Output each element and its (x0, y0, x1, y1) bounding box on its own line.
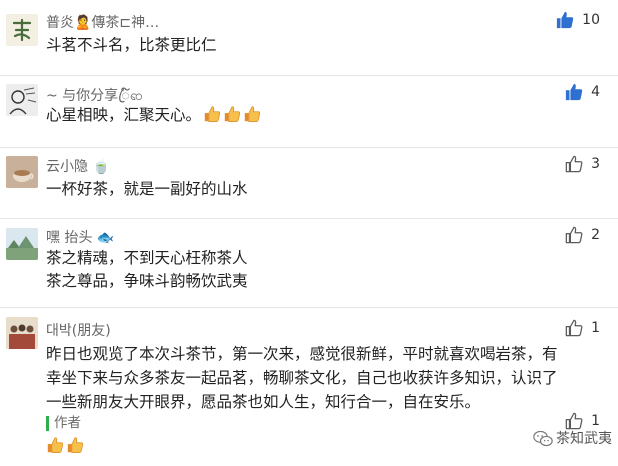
commenter-name[interactable]: 嘿 抬头 🐟 (46, 227, 114, 247)
tea-character-avatar (6, 14, 38, 46)
thumbs-up-emoji-group (201, 106, 261, 124)
commenter-name[interactable]: 대박(朋友) (46, 320, 111, 340)
comment-item: ~ 与你分享ꦿ໌ၹ 心星相映，汇聚天心。 4 (0, 76, 618, 147)
watermark-text: 茶知武夷 (556, 431, 612, 447)
author-reply-label: 作者 (46, 416, 81, 431)
comment-text: 茶之尊品，争味斗韵畅饮武夷 (46, 272, 248, 290)
comment-item: 대박(朋友) 昨日也观览了本次斗茶节，第一次来，感觉很新鲜，平时就喜欢喝岩茶，有… (0, 308, 618, 466)
comment-text: 一些新朋友大开眼界，愿品茶也如人生，知行合一，自在安乐。 (46, 393, 481, 411)
like-count: 3 (591, 156, 600, 172)
like-button[interactable]: 4 (565, 83, 600, 101)
comment-text: 心星相映，汇聚天心。 (46, 103, 261, 128)
comment-text-content: 心星相映，汇聚天心。 (46, 106, 202, 124)
thumbs-up-outline-icon (565, 319, 583, 337)
avatar[interactable] (6, 84, 38, 116)
like-count: 2 (591, 227, 600, 243)
comment-item: 云小隐 🍵 一杯好茶，就是一副好的山水 3 (0, 148, 618, 218)
thumbs-up-filled-icon (565, 83, 583, 101)
like-button[interactable]: 10 (556, 11, 600, 29)
thumbs-up-emoji-icon (204, 106, 221, 123)
thumbs-up-outline-icon (565, 226, 583, 244)
like-button[interactable]: 3 (565, 155, 600, 173)
like-button[interactable]: 1 (565, 319, 600, 337)
thumbs-up-outline-icon (565, 155, 583, 173)
avatar[interactable] (6, 317, 38, 349)
like-count: 1 (591, 320, 600, 336)
like-count: 4 (591, 84, 600, 100)
wechat-logo-icon (533, 430, 553, 446)
commenter-name[interactable]: 普炎🙎傳茶⊏神… (46, 12, 159, 32)
comment-text: 茶之精魂，不到天心枉称茶人 (46, 249, 248, 267)
landscape-avatar (6, 228, 38, 260)
like-count: 10 (582, 12, 600, 28)
thumbs-up-emoji-icon (224, 106, 241, 123)
like-button[interactable]: 2 (565, 226, 600, 244)
like-count: 1 (591, 413, 600, 429)
tea-cup-avatar (6, 156, 38, 188)
group-photo-avatar (6, 317, 38, 349)
avatar[interactable] (6, 156, 38, 188)
sketch-portrait-avatar (6, 84, 38, 116)
author-reply-content (46, 436, 84, 455)
comment-text: 幸坐下来与众多茶友一起品茗，畅聊茶文化，自己也收获许多知识，认识了 (46, 369, 558, 387)
thumbs-up-emoji-icon (47, 437, 64, 454)
comment-item: 嘿 抬头 🐟 茶之精魂，不到天心枉称茶人 茶之尊品，争味斗韵畅饮武夷 2 (0, 219, 618, 307)
comment-text: 昨日也观览了本次斗茶节，第一次来，感觉很新鲜，平时就喜欢喝岩茶，有 (46, 345, 558, 363)
commenter-name[interactable]: 云小隐 🍵 (46, 156, 110, 176)
comment-text: 一杯好茶，就是一副好的山水 (46, 180, 248, 198)
thumbs-up-emoji-icon (67, 437, 84, 454)
avatar[interactable] (6, 14, 38, 46)
comment-item: 普炎🙎傳茶⊏神… 斗茗不斗名，比茶更比仁 10 (0, 0, 618, 75)
thumbs-up-filled-icon (557, 11, 574, 29)
thumbs-up-emoji-icon (244, 106, 261, 123)
avatar[interactable] (6, 228, 38, 260)
watermark: 茶知武夷 (533, 428, 612, 448)
comment-text: 斗茗不斗名，比茶更比仁 (46, 36, 217, 54)
